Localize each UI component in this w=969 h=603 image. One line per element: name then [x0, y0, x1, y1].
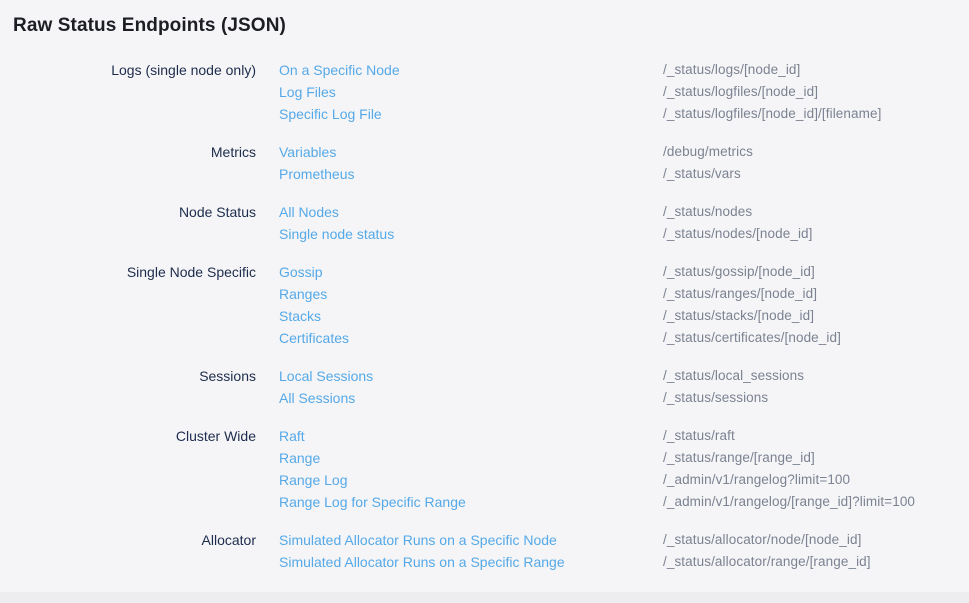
section-category-label: Logs (single node only)	[0, 59, 256, 125]
endpoint-url: /_status/nodes	[663, 201, 969, 223]
section-urls-column: /_status/allocator/node/[node_id]/_statu…	[663, 529, 969, 573]
endpoint-link[interactable]: Specific Log File	[279, 103, 382, 125]
endpoint-section: Metrics VariablesPrometheus /debug/metri…	[0, 141, 969, 185]
section-category-label: Metrics	[0, 141, 256, 185]
endpoint-link[interactable]: Certificates	[279, 327, 349, 349]
endpoint-link[interactable]: Ranges	[279, 283, 327, 305]
section-links-column: On a Specific NodeLog FilesSpecific Log …	[279, 59, 640, 125]
endpoint-url: /_admin/v1/rangelog?limit=100	[663, 469, 969, 491]
endpoint-url: /_status/raft	[663, 425, 969, 447]
section-links-column: VariablesPrometheus	[279, 141, 640, 185]
endpoint-section: Allocator Simulated Allocator Runs on a …	[0, 529, 969, 573]
section-category-label: Allocator	[0, 529, 256, 573]
endpoint-link[interactable]: Local Sessions	[279, 365, 373, 387]
endpoint-url: /debug/metrics	[663, 141, 969, 163]
endpoint-link[interactable]: Simulated Allocator Runs on a Specific R…	[279, 551, 565, 573]
section-urls-column: /_status/raft/_status/range/[range_id]/_…	[663, 425, 969, 513]
section-urls-column: /_status/nodes/_status/nodes/[node_id]	[663, 201, 969, 245]
endpoint-link[interactable]: Raft	[279, 425, 305, 447]
endpoint-link[interactable]: Stacks	[279, 305, 321, 327]
endpoint-url: /_status/allocator/node/[node_id]	[663, 529, 969, 551]
page-bottom-strip	[0, 592, 969, 603]
endpoint-url: /_status/gossip/[node_id]	[663, 261, 969, 283]
endpoint-url: /_status/logfiles/[node_id]	[663, 81, 969, 103]
endpoint-url: /_status/range/[range_id]	[663, 447, 969, 469]
section-category-label: Cluster Wide	[0, 425, 256, 513]
section-links-column: Local SessionsAll Sessions	[279, 365, 640, 409]
section-links-column: Simulated Allocator Runs on a Specific N…	[279, 529, 640, 573]
endpoint-link[interactable]: Gossip	[279, 261, 323, 283]
section-urls-column: /debug/metrics/_status/vars	[663, 141, 969, 185]
endpoint-url: /_status/allocator/range/[range_id]	[663, 551, 969, 573]
endpoint-link[interactable]: Variables	[279, 141, 336, 163]
endpoint-link[interactable]: Prometheus	[279, 163, 354, 185]
endpoint-section: Cluster Wide RaftRangeRange LogRange Log…	[0, 425, 969, 513]
endpoint-url: /_status/certificates/[node_id]	[663, 327, 969, 349]
endpoint-url: /_status/vars	[663, 163, 969, 185]
endpoint-section: Logs (single node only) On a Specific No…	[0, 59, 969, 125]
endpoint-section: Node Status All NodesSingle node status …	[0, 201, 969, 245]
endpoint-link[interactable]: All Sessions	[279, 387, 355, 409]
endpoint-section: Sessions Local SessionsAll Sessions /_st…	[0, 365, 969, 409]
page-title: Raw Status Endpoints (JSON)	[13, 13, 969, 39]
section-category-label: Node Status	[0, 201, 256, 245]
endpoint-link[interactable]: Range Log for Specific Range	[279, 491, 466, 513]
section-urls-column: /_status/local_sessions/_status/sessions	[663, 365, 969, 409]
endpoint-link[interactable]: On a Specific Node	[279, 59, 400, 81]
endpoint-url: /_status/ranges/[node_id]	[663, 283, 969, 305]
endpoints-table: Logs (single node only) On a Specific No…	[0, 59, 969, 573]
section-category-label: Single Node Specific	[0, 261, 256, 349]
endpoint-url: /_status/stacks/[node_id]	[663, 305, 969, 327]
endpoint-link[interactable]: Range	[279, 447, 320, 469]
endpoint-link[interactable]: All Nodes	[279, 201, 339, 223]
endpoint-link[interactable]: Log Files	[279, 81, 336, 103]
endpoint-link[interactable]: Simulated Allocator Runs on a Specific N…	[279, 529, 557, 551]
section-links-column: RaftRangeRange LogRange Log for Specific…	[279, 425, 640, 513]
endpoint-url: /_status/nodes/[node_id]	[663, 223, 969, 245]
endpoint-link[interactable]: Single node status	[279, 223, 394, 245]
endpoint-url: /_admin/v1/rangelog/[range_id]?limit=100	[663, 491, 969, 513]
endpoint-url: /_status/logs/[node_id]	[663, 59, 969, 81]
section-links-column: All NodesSingle node status	[279, 201, 640, 245]
section-urls-column: /_status/gossip/[node_id]/_status/ranges…	[663, 261, 969, 349]
endpoint-link[interactable]: Range Log	[279, 469, 348, 491]
section-urls-column: /_status/logs/[node_id]/_status/logfiles…	[663, 59, 969, 125]
endpoint-section: Single Node Specific GossipRangesStacksC…	[0, 261, 969, 349]
endpoint-url: /_status/logfiles/[node_id]/[filename]	[663, 103, 969, 125]
debug-endpoints-page: Raw Status Endpoints (JSON) Logs (single…	[0, 0, 969, 603]
endpoint-url: /_status/local_sessions	[663, 365, 969, 387]
endpoint-url: /_status/sessions	[663, 387, 969, 409]
section-links-column: GossipRangesStacksCertificates	[279, 261, 640, 349]
section-category-label: Sessions	[0, 365, 256, 409]
